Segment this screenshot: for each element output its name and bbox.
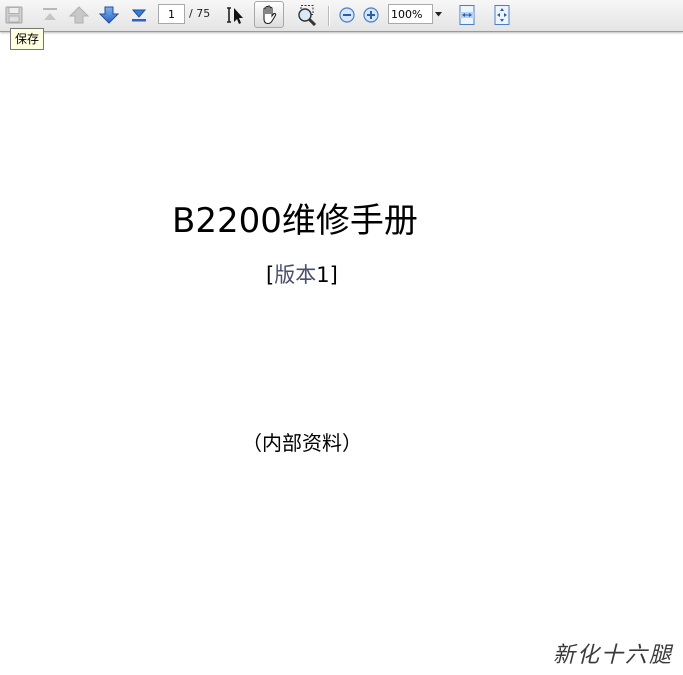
- pdf-viewer: / 75: [0, 0, 683, 675]
- marquee-zoom-icon: [298, 5, 317, 26]
- next-page-button[interactable]: [97, 3, 121, 27]
- save-button[interactable]: [2, 3, 26, 27]
- last-page-button[interactable]: [127, 3, 151, 27]
- document-page: B2200维修手册 [版本1] （内部资料） 新化十六腿: [0, 35, 683, 675]
- hand-tool-button[interactable]: [254, 1, 284, 28]
- zoom-level-input[interactable]: [388, 4, 433, 24]
- handwritten-watermark: 新化十六腿: [553, 643, 674, 668]
- previous-page-button[interactable]: [67, 3, 91, 27]
- version-open-bracket: [: [266, 263, 275, 287]
- document-title: B2200维修手册: [172, 201, 418, 241]
- version-label: 版本: [274, 263, 317, 287]
- fit-page-icon: [494, 5, 510, 25]
- first-page-button[interactable]: [38, 3, 62, 27]
- text-select-button[interactable]: [223, 3, 247, 27]
- internal-notice: （内部资料）: [242, 431, 362, 455]
- zoom-out-button[interactable]: [335, 3, 359, 27]
- marquee-zoom-button[interactable]: [295, 3, 319, 27]
- fit-width-button[interactable]: [455, 3, 479, 27]
- zoom-in-button[interactable]: [359, 3, 383, 27]
- zoom-out-icon: [339, 7, 355, 23]
- toolbar-separator: [328, 6, 330, 26]
- save-icon: [5, 6, 23, 24]
- previous-page-icon: [68, 6, 90, 24]
- page-number-input[interactable]: [158, 4, 185, 24]
- zoom-dropdown-button[interactable]: [433, 4, 444, 24]
- fit-width-icon: [459, 5, 475, 25]
- version-number: 1]: [316, 263, 338, 287]
- zoom-in-icon: [363, 7, 379, 23]
- toolbar: / 75: [0, 0, 683, 32]
- page-count: / 75: [189, 7, 211, 20]
- chevron-down-icon: [435, 11, 442, 16]
- hand-tool-icon: [263, 4, 277, 24]
- document-version: [版本1]: [266, 259, 338, 289]
- last-page-icon: [131, 9, 147, 22]
- next-page-icon: [98, 6, 120, 24]
- first-page-icon: [43, 8, 57, 20]
- save-tooltip: 保存: [10, 28, 45, 50]
- fit-page-button[interactable]: [490, 3, 514, 27]
- text-select-icon: [227, 7, 243, 24]
